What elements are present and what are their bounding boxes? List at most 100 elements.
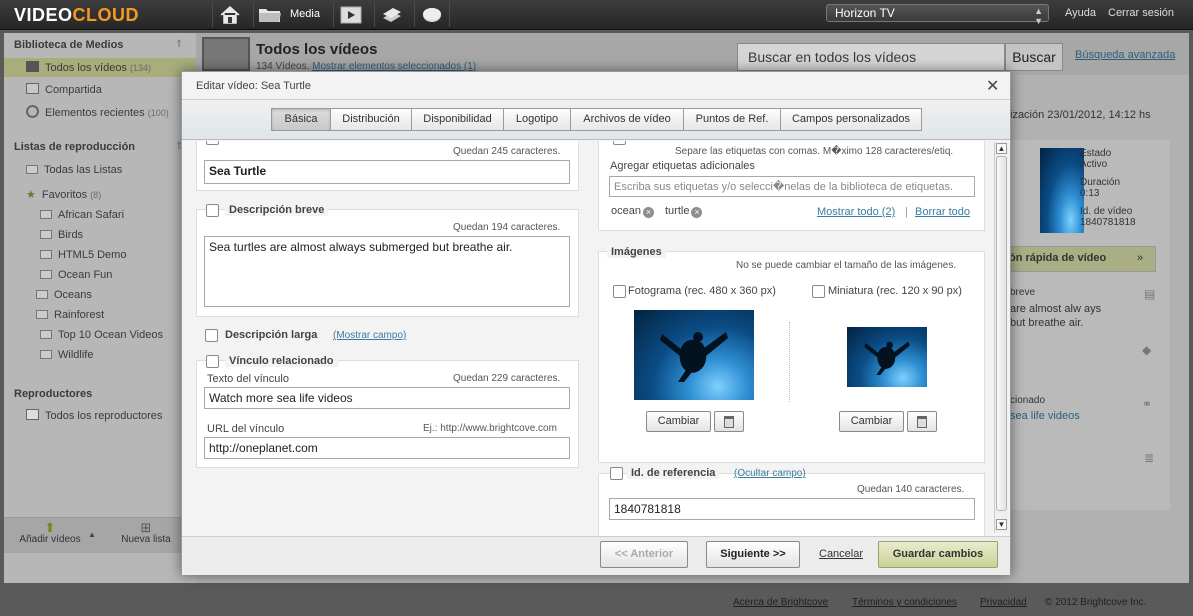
disc-icon[interactable]	[414, 2, 448, 27]
scroll-up-arrow[interactable]: ▲	[996, 143, 1007, 154]
playlist-all-lists[interactable]: Todas las Listas	[26, 164, 122, 176]
playlist-item[interactable]: Top 10 Ocean Videos	[40, 329, 163, 341]
tags-input[interactable]: Escriba sus etiquetas y/o selecci�nelas …	[609, 176, 975, 197]
frame-label: Fotograma (rec. 480 x 360 px)	[628, 285, 776, 297]
related-link-checkbox[interactable]	[206, 355, 219, 368]
show-all-tags-link[interactable]: Mostrar todo (2)	[817, 206, 895, 218]
short-description-checkbox[interactable]	[206, 204, 219, 217]
playlist-icon	[40, 250, 52, 259]
search-button[interactable]: Buscar	[1005, 43, 1063, 71]
video-detail-panel: Estado Activo Duración 0:13 Id. de vídeo…	[1000, 140, 1170, 510]
privacy-link[interactable]: Privacidad	[980, 597, 1027, 608]
playlist-favorites[interactable]: ★ Favoritos (8)	[26, 188, 101, 201]
search-input[interactable]: Buscar en todos los vídeos	[737, 43, 1005, 71]
long-description-label: Descripción larga	[225, 329, 318, 341]
reference-id-label: Id. de referencia	[627, 467, 720, 479]
add-menu-arrow-icon[interactable]: ▲	[88, 530, 96, 539]
add-list-icon: ⊞	[140, 520, 152, 535]
last-update-text: ización 23/01/2012, 14:12 hs	[1010, 109, 1151, 121]
dialog-scrollbar[interactable]: ▲ ▼	[994, 142, 1008, 533]
link-divider: |	[905, 206, 908, 218]
next-button[interactable]: Siguiente >>	[706, 541, 800, 568]
name-field[interactable]: Sea Turtle	[204, 160, 570, 184]
collapse-arrow-icon[interactable]: ⇑	[175, 39, 183, 50]
tags-checkbox[interactable]	[613, 141, 626, 145]
playlist-item[interactable]: Wildlife	[40, 349, 93, 361]
playlist-item[interactable]: Birds	[40, 229, 83, 241]
long-description-checkbox[interactable]	[205, 329, 218, 342]
image-divider	[789, 322, 790, 402]
quick-edit-bar[interactable]: ón rápida de vídeo »	[1000, 246, 1156, 272]
short-description-textarea[interactable]: Sea turtles are almost always submerged …	[204, 236, 570, 307]
library-item-all-videos[interactable]: Todos los vídeos (134)	[26, 61, 151, 74]
scroll-down-arrow[interactable]: ▼	[996, 519, 1007, 530]
terms-link[interactable]: Términos y condiciones	[852, 597, 957, 608]
tags-hint: Separe las etiquetas con comas. M�ximo 1…	[675, 146, 954, 157]
change-thumbnail-button[interactable]: Cambiar	[839, 411, 904, 432]
videocloud-logo[interactable]: VIDEOCLOUD	[14, 5, 139, 26]
document-icon: ▤	[1144, 287, 1156, 301]
media-folder-icon[interactable]	[253, 2, 285, 27]
tab-cue-points[interactable]: Puntos de Ref.	[683, 108, 781, 131]
playlist-icon	[40, 210, 52, 219]
remove-tag-icon[interactable]: ×	[691, 207, 703, 218]
library-item-shared[interactable]: Compartida	[26, 83, 102, 96]
thumbnail-image	[847, 327, 927, 387]
thumbnail-checkbox[interactable]	[812, 285, 825, 298]
shared-folder-icon	[26, 83, 39, 94]
delete-thumbnail-button[interactable]	[907, 411, 937, 432]
playlist-item[interactable]: Ocean Fun	[40, 269, 112, 281]
video-still-image	[634, 310, 754, 400]
sea-turtle-silhouette	[660, 332, 728, 382]
tab-logo[interactable]: Logotipo	[503, 108, 571, 131]
link-url-field[interactable]: http://oneplanet.com	[204, 437, 570, 459]
save-changes-button[interactable]: Guardar cambios	[878, 541, 998, 568]
previous-button[interactable]: << Anterior	[600, 541, 688, 568]
sidebar: Biblioteca de Medios ⇑ Todos los vídeos …	[4, 33, 196, 583]
media-label[interactable]: Media	[290, 8, 320, 20]
link-text-field[interactable]: Watch more sea life videos	[204, 387, 570, 409]
help-link[interactable]: Ayuda	[1065, 7, 1096, 19]
delete-frame-button[interactable]	[714, 411, 744, 432]
change-frame-button[interactable]: Cambiar	[646, 411, 711, 432]
remove-tag-icon[interactable]: ×	[642, 207, 654, 218]
add-videos-button[interactable]: ⬆ Añadir vídeos	[10, 521, 90, 545]
playlist-item[interactable]: Rainforest	[36, 309, 104, 321]
expand-chevron-icon[interactable]: »	[1137, 252, 1143, 264]
players-heading: Reproductores	[14, 388, 93, 400]
library-item-recent[interactable]: Elementos recientes (100)	[26, 105, 169, 119]
delete-all-tags-link[interactable]: Borrar todo	[915, 206, 970, 218]
playlist-item[interactable]: African Safari	[40, 209, 124, 221]
stacked-layers-icon[interactable]	[374, 2, 408, 27]
hide-field-link[interactable]: (Ocultar campo)	[734, 468, 806, 479]
tag-chip-ocean[interactable]: ocean ×	[611, 205, 654, 218]
reference-id-checkbox[interactable]	[610, 467, 623, 480]
video-player-icon[interactable]	[333, 2, 367, 27]
advanced-search-link[interactable]: Búsqueda avanzada	[1075, 49, 1175, 61]
name-checkbox[interactable]	[206, 141, 219, 145]
reference-id-field[interactable]: 1840781818	[609, 498, 975, 520]
short-desc-text: are almost alw ays	[1010, 303, 1102, 315]
status-label: Estado	[1080, 148, 1112, 159]
tab-custom-fields[interactable]: Campos personalizados	[780, 108, 922, 131]
related-link-text[interactable]: sea life videos	[1010, 410, 1080, 422]
tab-basic[interactable]: Básica	[271, 108, 331, 131]
tab-video-files[interactable]: Archivos de vídeo	[570, 108, 684, 131]
playlist-item[interactable]: Oceans	[36, 289, 92, 301]
tab-availability[interactable]: Disponibilidad	[411, 108, 504, 131]
account-selector[interactable]: Horizon TV ▲ ▼	[826, 4, 1049, 26]
show-field-link[interactable]: (Mostrar campo)	[333, 330, 406, 341]
scroll-thumb[interactable]	[996, 156, 1007, 511]
about-link[interactable]: Acerca de Brightcove	[733, 597, 828, 608]
logout-link[interactable]: Cerrar sesión	[1108, 7, 1174, 19]
cancel-link[interactable]: Cancelar	[819, 548, 863, 560]
new-list-button[interactable]: ⊞ Nueva lista	[116, 520, 176, 545]
close-icon[interactable]: ✕	[986, 76, 999, 96]
tab-distribution[interactable]: Distribución	[330, 108, 412, 131]
images-note: No se puede cambiar el tamaño de las imá…	[736, 260, 957, 271]
home-icon[interactable]	[212, 2, 246, 27]
frame-checkbox[interactable]	[613, 285, 626, 298]
tag-chip-turtle[interactable]: turtle ×	[665, 205, 703, 218]
playlist-item[interactable]: HTML5 Demo	[40, 249, 126, 261]
players-all[interactable]: Todos los reproductores	[26, 409, 162, 422]
